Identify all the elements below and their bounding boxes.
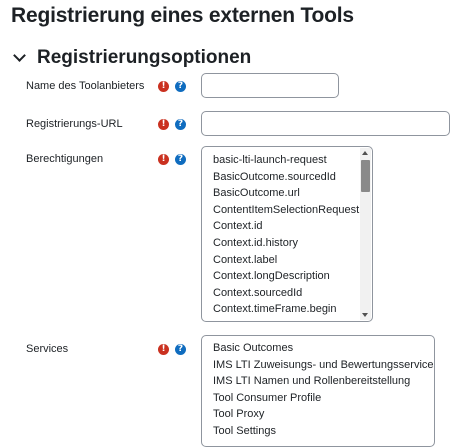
service-option[interactable]: Tool Consumer Profile: [202, 390, 434, 407]
service-option[interactable]: Basic Outcomes: [202, 340, 434, 357]
capabilities-label: Berechtigungen: [26, 153, 104, 165]
scrollbar-thumb[interactable]: [361, 160, 370, 192]
capability-option[interactable]: Context.sourcedId: [202, 285, 372, 302]
capability-option[interactable]: Context.timeFrame.begin: [202, 301, 372, 318]
capabilities-scrollbar[interactable]: [360, 148, 371, 320]
tool-provider-name-input[interactable]: [201, 73, 339, 98]
section-title: Registrierungsoptionen: [37, 47, 252, 68]
registration-url-input[interactable]: [201, 111, 450, 136]
help-icon[interactable]: ?: [175, 154, 186, 165]
capability-option[interactable]: Context.longDescription: [202, 268, 372, 285]
capability-option[interactable]: basic-lti-launch-request: [202, 152, 372, 169]
capability-option[interactable]: BasicOutcome.sourcedId: [202, 169, 372, 186]
capability-option[interactable]: Context.id: [202, 218, 372, 235]
help-icon[interactable]: ?: [175, 119, 186, 130]
capability-option[interactable]: ContentItemSelectionRequest: [202, 202, 372, 219]
services-select[interactable]: Basic Outcomes IMS LTI Zuweisungs- und B…: [201, 335, 435, 447]
exclamation-icon: !: [158, 81, 169, 92]
capabilities-select[interactable]: basic-lti-launch-request BasicOutcome.so…: [201, 146, 373, 322]
exclamation-icon: !: [158, 119, 169, 130]
service-option[interactable]: Tool Settings: [202, 423, 434, 440]
section-header-registration-options[interactable]: Registrierungsoptionen: [11, 44, 251, 72]
scroll-up-arrow-icon[interactable]: [362, 151, 368, 155]
services-label: Services: [26, 343, 69, 355]
service-option[interactable]: IMS LTI Zuweisungs- und Bewertungsservic…: [202, 357, 434, 374]
chevron-down-icon[interactable]: [11, 44, 31, 72]
service-option[interactable]: Tool Proxy: [202, 406, 434, 423]
help-icon[interactable]: ?: [175, 81, 186, 92]
capability-option[interactable]: BasicOutcome.url: [202, 185, 372, 202]
registration-url-label: Registrierungs-URL: [26, 118, 123, 130]
tool-provider-name-label: Name des Toolanbieters: [26, 80, 145, 92]
capability-option[interactable]: Context.id.history: [202, 235, 372, 252]
exclamation-icon: !: [158, 344, 169, 355]
page-title: Registrierung eines externen Tools: [11, 4, 354, 27]
exclamation-icon: !: [158, 154, 169, 165]
scroll-down-arrow-icon[interactable]: [362, 313, 368, 317]
service-option[interactable]: IMS LTI Namen und Rollenbereitstellung: [202, 373, 434, 390]
help-icon[interactable]: ?: [175, 344, 186, 355]
capability-option[interactable]: Context.label: [202, 252, 372, 269]
